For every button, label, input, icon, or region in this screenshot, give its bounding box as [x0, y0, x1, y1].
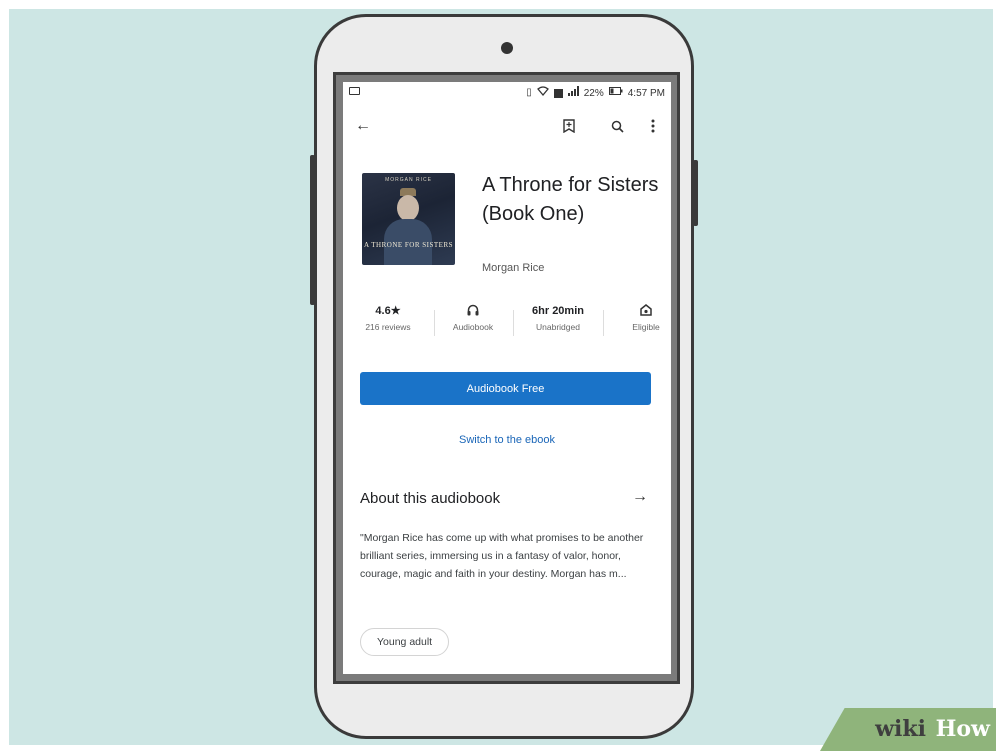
- phone-camera: [501, 42, 513, 54]
- family-library-icon: [621, 304, 671, 319]
- cover-face: [397, 195, 419, 221]
- book-author[interactable]: Morgan Rice: [482, 262, 544, 274]
- eligible-stat: Eligible: [621, 304, 671, 332]
- data-icon: [553, 88, 563, 98]
- bookmark-icon[interactable]: [559, 116, 579, 136]
- edition-label: Unabridged: [536, 322, 580, 332]
- phone-side-button-right: [693, 160, 698, 226]
- watermark-part2: How: [935, 716, 990, 742]
- book-cover[interactable]: MORGAN RICE A THRONE FOR SISTERS: [362, 173, 455, 265]
- phone-side-button-left: [310, 155, 315, 305]
- battery-icon: [608, 87, 623, 99]
- divider: [434, 310, 435, 336]
- arrow-right-icon[interactable]: →: [632, 488, 648, 506]
- clock: 4:57 PM: [627, 87, 665, 99]
- genre-chip[interactable]: Young adult: [360, 628, 450, 656]
- stats-row: 4.6★ 216 reviews Audiobook 6hr 20min Una…: [343, 304, 671, 344]
- wikihow-watermark: wiki How: [820, 708, 996, 751]
- about-description: "Morgan Rice has come up with what promi…: [360, 532, 644, 580]
- rating-stat[interactable]: 4.6★ 216 reviews: [353, 304, 423, 332]
- watermark-part1: wiki: [875, 716, 926, 742]
- cover-author-text: MORGAN RICE: [385, 177, 432, 183]
- reviews-count: 216 reviews: [365, 322, 411, 332]
- phone-screen: ▯ 22% 4:57 PM ← MORGAN RICE A THRONE FOR…: [343, 82, 671, 674]
- notification-icon: [349, 87, 360, 95]
- rating-value: 4.6★: [375, 305, 401, 317]
- eligible-label: Eligible: [632, 322, 660, 332]
- wifi-icon: [536, 86, 549, 100]
- back-arrow-icon[interactable]: ←: [353, 116, 373, 136]
- length-value: 6hr 20min: [532, 305, 584, 317]
- search-icon[interactable]: [607, 116, 627, 136]
- length-stat: 6hr 20min Unabridged: [523, 304, 593, 332]
- app-bar: ←: [343, 110, 671, 144]
- switch-to-ebook-link[interactable]: Switch to the ebook: [343, 434, 671, 446]
- about-heading[interactable]: About this audiobook: [360, 490, 500, 507]
- divider: [513, 310, 514, 336]
- battery-percent: 22%: [583, 87, 604, 99]
- more-vert-icon[interactable]: [643, 116, 663, 136]
- audiobook-free-button[interactable]: Audiobook Free: [360, 372, 651, 405]
- vibrate-icon: ▯: [526, 87, 532, 98]
- divider: [603, 310, 604, 336]
- format-label: Audiobook: [452, 322, 494, 332]
- cover-title-text: A THRONE FOR SISTERS: [363, 241, 454, 249]
- book-title: A Throne for Sisters (Book One): [482, 174, 659, 225]
- headphones-icon: [443, 304, 503, 319]
- status-bar: ▯ 22% 4:57 PM: [343, 82, 671, 104]
- signal-icon: [567, 86, 579, 100]
- format-stat: Audiobook: [443, 304, 503, 332]
